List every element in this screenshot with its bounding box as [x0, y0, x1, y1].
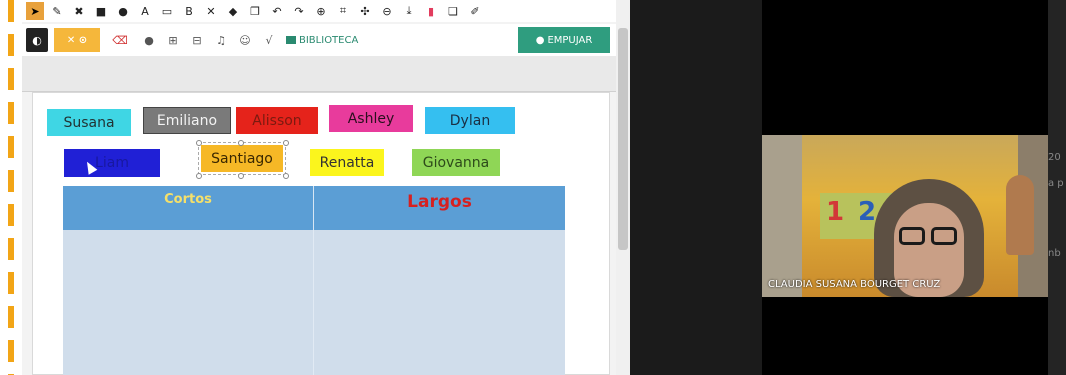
grid-icon[interactable]: ⌗ [334, 2, 352, 20]
name-card-alisson[interactable]: Alisson [236, 107, 318, 134]
trash-icon[interactable]: ▮ [422, 2, 440, 20]
resize-handle[interactable] [238, 173, 244, 179]
resize-handle[interactable] [283, 140, 289, 146]
bold-icon[interactable]: B [180, 2, 198, 20]
name-card-emiliano[interactable]: Emiliano [143, 107, 231, 134]
music-icon[interactable]: ♫ [212, 28, 230, 52]
video-wall-panel [762, 135, 802, 297]
header-cortos: Cortos [63, 186, 314, 230]
glasses-icon [899, 227, 959, 247]
circle-icon[interactable]: ● [114, 2, 132, 20]
pencil-icon[interactable]: ✎ [48, 2, 66, 20]
push-icon: ● [535, 34, 545, 46]
orange-tool-button[interactable]: ✕ ⊙ [54, 28, 100, 52]
clipped-text: 20 [1048, 152, 1061, 163]
canvas-header-band [22, 56, 618, 92]
participant-name-label: CLAUDIA SUSANA BOURGET CRUZ [768, 279, 941, 290]
folder-icon [286, 36, 296, 44]
table-header: Cortos Largos [63, 186, 565, 230]
download-icon[interactable]: ⤓ [400, 2, 418, 20]
name-card-santiago[interactable]: Santiago [198, 142, 286, 175]
doll-figure [1006, 175, 1034, 255]
palette-icon[interactable]: ◐ [26, 28, 48, 52]
clear-icon[interactable]: ✐ [466, 2, 484, 20]
name-card-ashley[interactable]: Ashley [329, 105, 413, 132]
sorting-table: Cortos Largos [63, 186, 565, 375]
cross-icon[interactable]: ✕ [202, 2, 220, 20]
text-icon[interactable]: A [136, 2, 154, 20]
empujar-button[interactable]: ● EMPUJAR [518, 27, 610, 53]
drawing-toolbar: ➤ ✎ ✖ ■ ● A ▭ B ✕ ◆ ❐ ↶ ↷ ⊕ ⌗ ✣ ⊖ ⤓ ▮ ❏ … [22, 0, 618, 22]
glasses-lens [931, 227, 957, 245]
stamp-icon[interactable]: ● [140, 28, 158, 52]
table-icon[interactable]: ⊞ [164, 28, 182, 52]
name-card-susana[interactable]: Susana [47, 109, 131, 136]
biblioteca-button[interactable]: BIBLIOTECA [286, 35, 358, 46]
scrollbar-thumb[interactable] [618, 28, 628, 250]
dashed-border [8, 0, 14, 375]
cortos-drop-cell[interactable] [63, 230, 314, 375]
whiteboard-app: ➤ ✎ ✖ ■ ● A ▭ B ✕ ◆ ❐ ↶ ↷ ⊕ ⌗ ✣ ⊖ ⤓ ▮ ❏ … [22, 0, 618, 375]
emoji-icon[interactable]: ☺ [236, 28, 254, 52]
participant-video[interactable]: 1 2 3 CLAUDIA SUSANA BOURGET CRUZ [762, 135, 1048, 297]
clipped-text: a p [1048, 178, 1064, 189]
redo-icon[interactable]: ↷ [290, 2, 308, 20]
whiteboard-canvas[interactable]: Susana Emiliano Alisson Ashley Dylan Lia… [32, 92, 610, 375]
close-x-icon[interactable]: ✖ [70, 2, 88, 20]
name-card-giovanna[interactable]: Giovanna [412, 149, 500, 176]
biblioteca-label: BIBLIOTECA [299, 34, 359, 46]
sqrt-icon[interactable]: √ [260, 28, 278, 52]
zoom-out-icon[interactable]: ⊖ [378, 2, 396, 20]
name-card-renatta[interactable]: Renatta [310, 149, 384, 176]
clipped-text: nb [1048, 248, 1061, 259]
poster-digit: 2 [858, 197, 877, 227]
resize-handle[interactable] [238, 140, 244, 146]
square-icon[interactable]: ■ [92, 2, 110, 20]
name-card-dylan[interactable]: Dylan [425, 107, 515, 134]
header-largos: Largos [407, 192, 472, 212]
move-icon[interactable]: ✣ [356, 2, 374, 20]
resize-handle[interactable] [196, 173, 202, 179]
resize-handle[interactable] [283, 173, 289, 179]
options-toolbar: ◐ ✕ ⊙ ⌫ ● ⊞ ⊟ ♫ ☺ √ BIBLIOTECA ● EMPUJAR [22, 24, 618, 56]
pin-icon[interactable]: ◆ [224, 2, 242, 20]
glasses-lens [899, 227, 925, 245]
name-card-liam[interactable]: Liam [64, 149, 160, 177]
grid-table-icon[interactable]: ⊟ [188, 28, 206, 52]
largos-drop-cell[interactable] [314, 230, 565, 375]
layers-icon[interactable]: ❏ [444, 2, 462, 20]
empujar-label: EMPUJAR [547, 34, 593, 46]
table-body [63, 230, 565, 375]
resize-handle[interactable] [196, 140, 202, 146]
pointer-icon[interactable]: ➤ [26, 2, 44, 20]
copy-icon[interactable]: ❐ [246, 2, 264, 20]
undo-icon[interactable]: ↶ [268, 2, 286, 20]
image-icon[interactable]: ▭ [158, 2, 176, 20]
poster-digit: 1 [826, 197, 845, 227]
zoom-in-icon[interactable]: ⊕ [312, 2, 330, 20]
eraser-icon[interactable]: ⌫ [106, 28, 134, 52]
